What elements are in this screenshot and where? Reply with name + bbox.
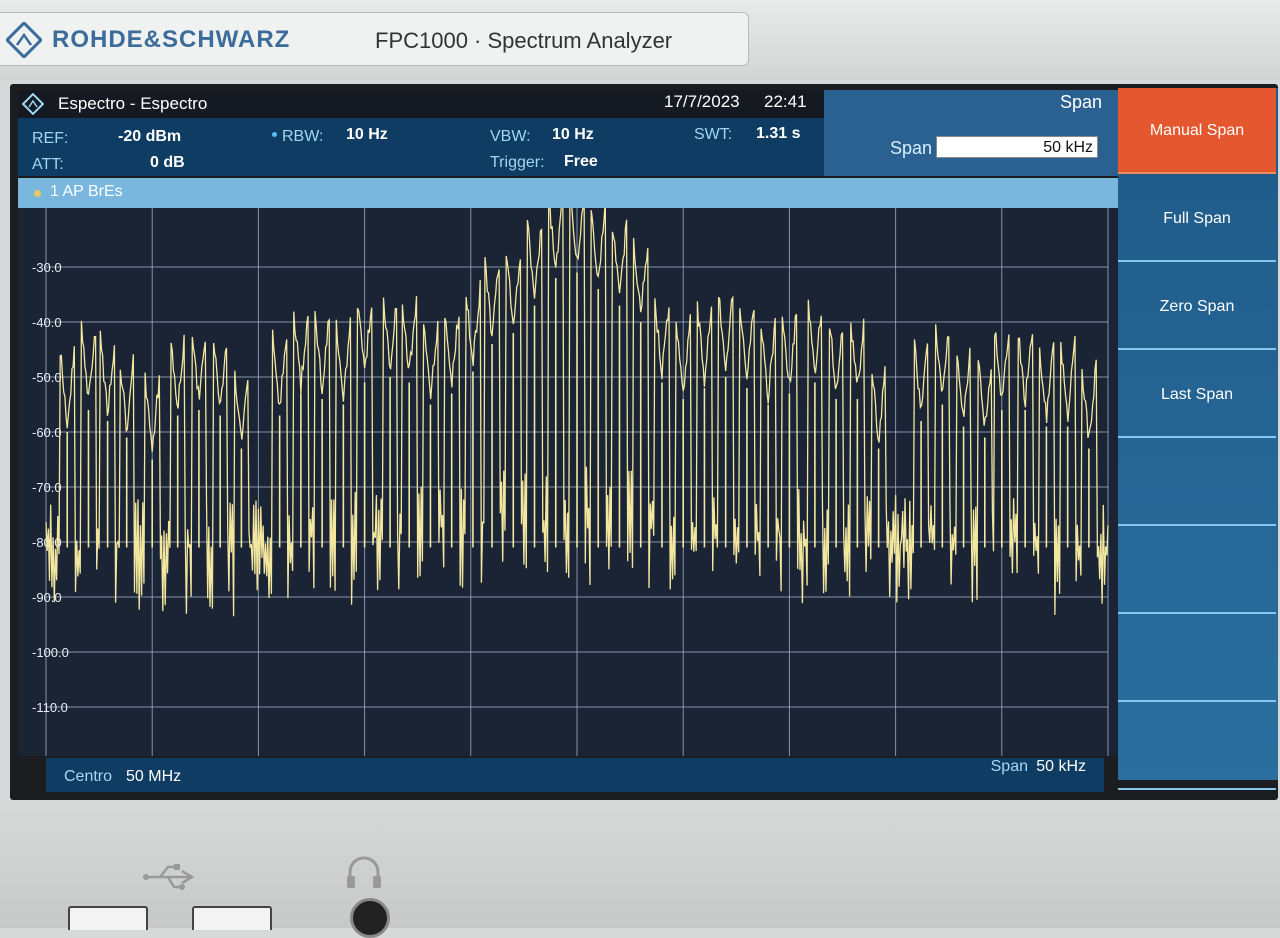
spectrum-plot[interactable]: -30.0 -40.0 -50.0 -60.0 -70.0 -80.0 -90.0 -100.… bbox=[18, 208, 1118, 756]
softkey-zero-span[interactable]: Zero Span bbox=[1118, 264, 1276, 350]
sweep-time-value[interactable]: 1.31 s bbox=[756, 125, 800, 143]
span-input[interactable]: 50 kHz bbox=[936, 136, 1098, 158]
rbw-value[interactable]: 10 Hz bbox=[346, 126, 388, 144]
rbw-indicator-dot bbox=[272, 132, 277, 137]
vbw-value[interactable]: 10 Hz bbox=[552, 126, 594, 144]
y-tick-label: -90.0 bbox=[32, 590, 62, 605]
softkey-full-span[interactable]: Full Span bbox=[1118, 176, 1276, 262]
softkey-empty-8[interactable] bbox=[1118, 704, 1276, 790]
center-frequency-value[interactable]: 50 MHz bbox=[126, 768, 181, 786]
softkey-empty-5[interactable] bbox=[1118, 440, 1276, 526]
span-field-label: Span bbox=[890, 138, 933, 158]
headphone-jack bbox=[350, 898, 390, 938]
headphone-icon bbox=[347, 856, 381, 888]
span-footer-label: Span bbox=[990, 758, 1028, 775]
trigger-value[interactable]: Free bbox=[564, 153, 598, 171]
sweep-time-label: SWT: bbox=[694, 126, 733, 143]
y-tick-label: -100.0 bbox=[32, 645, 69, 660]
trigger-label: Trigger: bbox=[490, 154, 545, 171]
ref-level-value[interactable]: -20 dBm bbox=[118, 128, 181, 146]
span-footer-value[interactable]: 50 kHz bbox=[1036, 758, 1086, 776]
date-display: 17/7/2023 bbox=[664, 92, 740, 111]
softkey-label: Full Span bbox=[1163, 210, 1231, 227]
ref-level-label: REF: bbox=[32, 130, 69, 147]
softkey-label: Manual Span bbox=[1149, 122, 1245, 139]
mode-title: Espectro - Espectro bbox=[58, 94, 208, 113]
app-logo-icon bbox=[22, 93, 44, 115]
vbw-label: VBW: bbox=[490, 128, 531, 145]
y-tick-label: -40.0 bbox=[32, 315, 62, 330]
brand-name: ROHDE&SCHWARZ bbox=[52, 26, 291, 53]
span-panel-heading: Span bbox=[1059, 92, 1102, 112]
usb-port-2 bbox=[192, 906, 272, 930]
y-tick-label: -30.0 bbox=[32, 260, 62, 275]
y-tick-label: -70.0 bbox=[32, 480, 62, 495]
softkey-label: Zero Span bbox=[1159, 298, 1235, 315]
softkey-manual-span[interactable]: Manual Span bbox=[1118, 88, 1276, 174]
rohde-schwarz-logo-icon bbox=[6, 22, 42, 58]
time-display: 22:41 bbox=[764, 92, 807, 111]
softkey-last-span[interactable]: Last Span bbox=[1118, 352, 1276, 438]
attenuation-value[interactable]: 0 dB bbox=[150, 154, 185, 172]
title-bar: Espectro - Espectro 17/7/2023 22:41 bbox=[18, 90, 824, 118]
y-tick-label: -110.0 bbox=[32, 700, 68, 715]
softkey-empty-7[interactable] bbox=[1118, 616, 1276, 702]
softkey-label: Last Span bbox=[1160, 386, 1234, 403]
softkey-empty-6[interactable] bbox=[1118, 528, 1276, 614]
span-entry-panel: Span Span 50 kHz bbox=[824, 90, 1118, 176]
trace-info-bar: 1 AP BrEs bbox=[18, 178, 1118, 208]
spectrum-chart: -30.0-40.0-50.0-60.0-70.0-80.0-90.0-100.… bbox=[32, 208, 1109, 756]
softkey-menu: Manual Span Full Span Zero Span Last Spa… bbox=[1118, 88, 1278, 790]
trace-color-dot bbox=[34, 190, 41, 197]
settings-bar: REF: -20 dBm ATT: 0 dB RBW: 10 Hz VBW: 1… bbox=[18, 118, 824, 176]
usb-port-1 bbox=[68, 906, 148, 930]
y-tick-label: -60.0 bbox=[32, 425, 62, 440]
y-tick-label: -50.0 bbox=[32, 370, 62, 385]
model-name: FPC1000 · Spectrum Analyzer bbox=[375, 28, 673, 53]
attenuation-label: ATT: bbox=[32, 156, 64, 173]
usb-icon bbox=[143, 864, 195, 890]
frequency-bar: Centro 50 MHz Span 50 kHz bbox=[46, 758, 1104, 792]
center-frequency-label: Centro bbox=[64, 768, 113, 785]
rbw-label: RBW: bbox=[282, 128, 324, 145]
trace-label: 1 AP BrEs bbox=[50, 183, 123, 200]
